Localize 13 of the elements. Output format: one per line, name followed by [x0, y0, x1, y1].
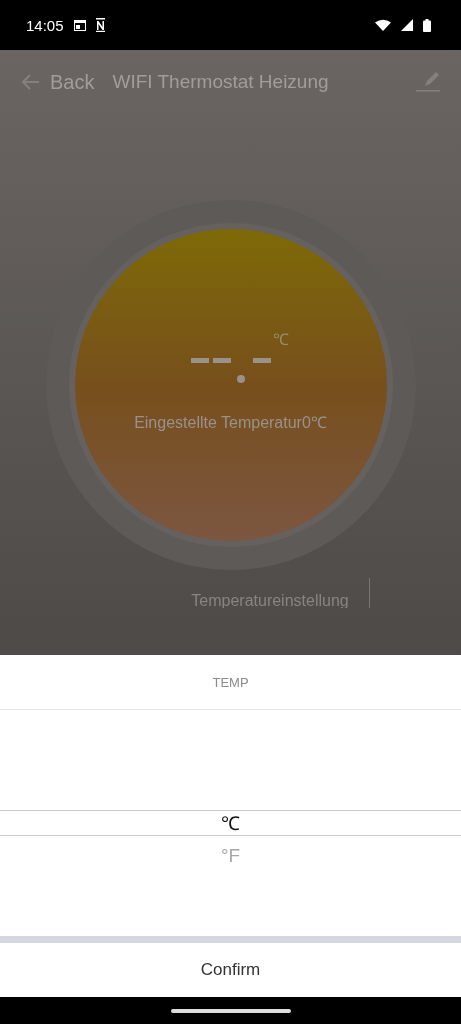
- signal-icon: [401, 19, 413, 31]
- set-temperature-label: Eingestellte Temperatur0℃: [134, 412, 327, 433]
- home-indicator[interactable]: [170, 1008, 291, 1013]
- back-arrow-icon: [22, 74, 40, 90]
- unit-label: ℃: [272, 329, 289, 350]
- picker-title: TEMP: [0, 655, 461, 710]
- notification-icon: [95, 18, 105, 32]
- calendar-icon: [73, 19, 86, 31]
- battery-icon: [423, 18, 431, 32]
- unit-option[interactable]: ℃: [0, 810, 461, 836]
- device-title: WIFI Thermostat Heizung: [112, 71, 329, 93]
- wifi-icon: [375, 19, 391, 31]
- status-time: 14:05: [26, 16, 64, 34]
